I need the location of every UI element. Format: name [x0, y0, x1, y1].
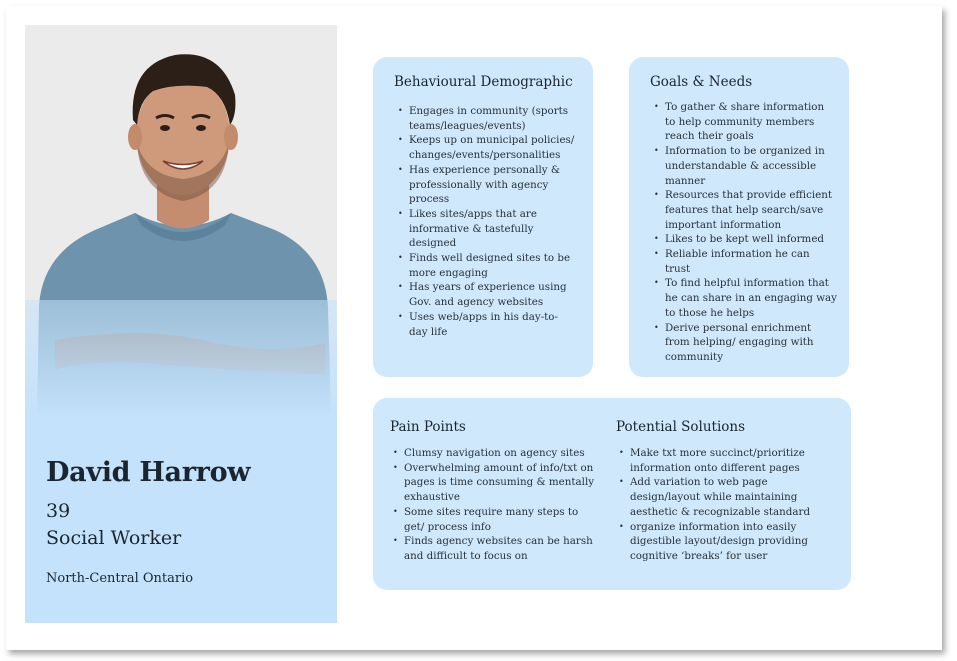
- list-item: Information to be organized in understan…: [651, 144, 837, 188]
- potential-solutions-title: Potential Solutions: [616, 419, 746, 435]
- list-item: Resources that provide efficient feature…: [651, 188, 837, 232]
- persona-name: David Harrow: [46, 457, 251, 488]
- list-item: Engages in community (sports teams/leagu…: [395, 104, 575, 133]
- list-item: Finds well designed sites to be more eng…: [395, 251, 575, 280]
- goals-needs-list: To gather & share information to help co…: [651, 100, 837, 365]
- pain-points-section: Pain Points Clumsy navigation on agency …: [390, 419, 600, 564]
- pain-points-solutions-card: Pain Points Clumsy navigation on agency …: [373, 398, 851, 590]
- pain-points-title: Pain Points: [390, 419, 466, 435]
- list-item: Has experience personally & professional…: [395, 163, 575, 207]
- behavioural-demographic-title: Behavioural Demographic: [394, 74, 573, 90]
- potential-solutions-section: Potential Solutions Make txt more succin…: [616, 419, 826, 564]
- persona-location: North-Central Ontario: [46, 571, 194, 586]
- profile-panel: David Harrow 39 Social Worker North-Cent…: [25, 25, 337, 623]
- list-item: Derive personal enrichment from helping/…: [651, 321, 837, 365]
- list-item: To gather & share information to help co…: [651, 100, 837, 144]
- list-item: Likes sites/apps that are informative & …: [395, 207, 575, 251]
- list-item: Overwhelming amount of info/txt on pages…: [390, 461, 600, 505]
- behavioural-demographic-list: Engages in community (sports teams/leagu…: [395, 104, 575, 339]
- list-item: Likes to be kept well informed: [651, 232, 837, 247]
- behavioural-demographic-card: Behavioural Demographic Engages in commu…: [373, 57, 593, 377]
- persona-age: 39: [46, 500, 71, 522]
- list-item: Some sites require many steps to get/ pr…: [390, 505, 600, 534]
- goals-needs-card: Goals & Needs To gather & share informat…: [629, 57, 849, 377]
- list-item: Make txt more succinct/prioritize inform…: [616, 446, 826, 475]
- potential-solutions-list: Make txt more succinct/prioritize inform…: [616, 446, 826, 564]
- persona-role: Social Worker: [46, 527, 182, 549]
- list-item: Keeps up on municipal policies/ changes/…: [395, 133, 575, 162]
- list-item: Uses web/apps in his day-to-day life: [395, 310, 575, 339]
- list-item: To find helpful information that he can …: [651, 276, 837, 320]
- list-item: Add variation to web page design/layout …: [616, 475, 826, 519]
- goals-needs-title: Goals & Needs: [650, 74, 753, 90]
- list-item: Clumsy navigation on agency sites: [390, 446, 600, 461]
- list-item: Has years of experience using Gov. and a…: [395, 280, 575, 309]
- pain-points-list: Clumsy navigation on agency sites Overwh…: [390, 446, 600, 564]
- list-item: organize information into easily digesti…: [616, 520, 826, 564]
- photo-overlay: [25, 300, 337, 420]
- list-item: Finds agency websites can be harsh and d…: [390, 534, 600, 563]
- list-item: Reliable information he can trust: [651, 247, 837, 276]
